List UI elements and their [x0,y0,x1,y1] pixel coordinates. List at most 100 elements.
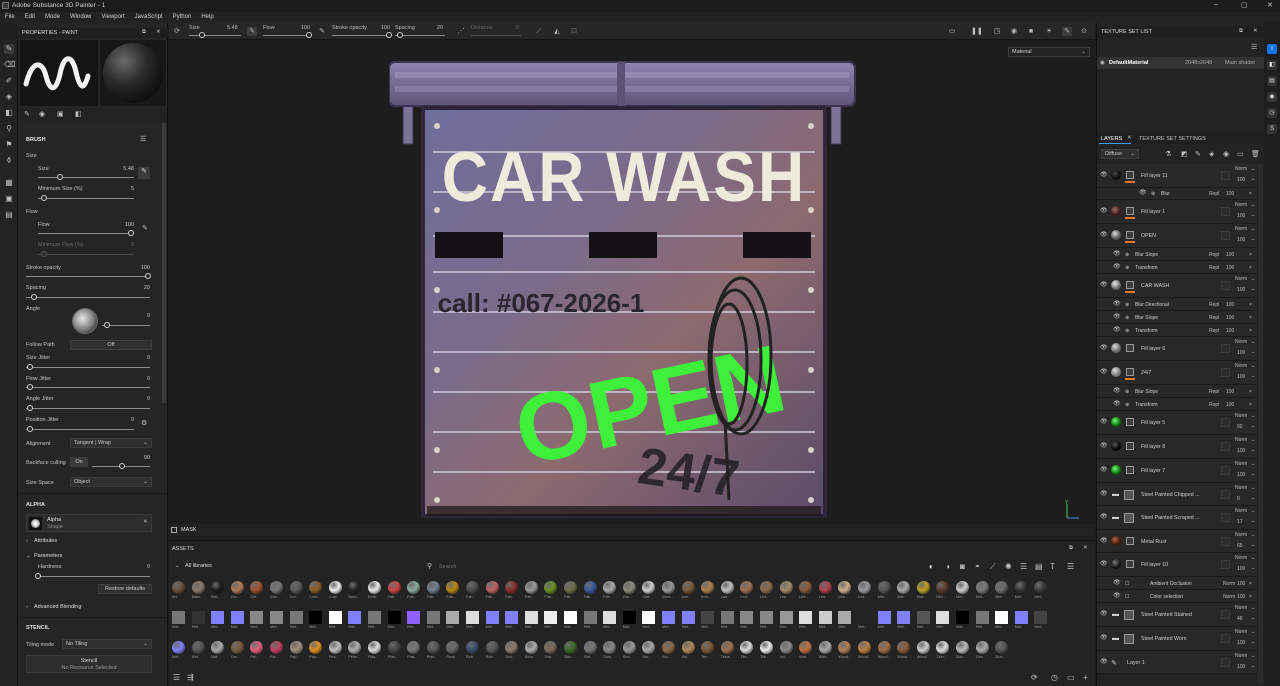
effect-opacity[interactable]: 100 [1226,389,1234,395]
remove-effect-icon[interactable]: × [1249,328,1252,334]
filter-brushes-icon[interactable]: ⟋ [990,562,996,572]
symmetry-icon[interactable]: ⟳ [172,27,182,36]
layer-row[interactable]: 👁 Fill layer 8 Norm ⌄ 100 ⌄ [1097,435,1257,459]
random-seed-icon[interactable]: ⚙ [141,419,147,427]
effect-opacity[interactable]: 100 [1237,581,1245,587]
layer-select-box[interactable] [1221,657,1230,667]
asset-thumbnail[interactable] [387,581,401,594]
stencil-slot[interactable]: Stencil No Resource Selected [26,655,152,673]
chevron-down-icon[interactable]: ⌄ [1251,615,1255,621]
alpha-slot[interactable]: Alpha Shape ✕ [26,514,152,532]
follow-path-toggle[interactable]: Off [70,340,152,350]
visibility-eye-icon[interactable]: 👁 [1139,190,1147,196]
chevron-down-icon[interactable]: ⌄ [1251,508,1255,514]
chevron-down-icon[interactable]: ⌄ [1251,166,1255,172]
blend-mode[interactable]: Norm [1235,629,1247,635]
visibility-eye-icon[interactable]: 👁 [1100,172,1108,178]
chevron-down-icon[interactable]: ⌄ [1251,663,1255,669]
asset-thumbnail[interactable] [818,641,832,654]
asset-thumbnail[interactable] [211,611,225,624]
position-jitter-knob[interactable] [27,426,33,432]
layer-row[interactable]: 👁 CAR WASH Norm ⌄ 100 ⌄ [1097,274,1257,298]
asset-thumbnail[interactable] [701,581,715,594]
layer-select-box[interactable] [1221,344,1230,353]
asset-thumbnail[interactable] [1034,581,1048,594]
paint-mode-icon[interactable]: ✎ [1062,27,1072,36]
asset-thumbnail[interactable] [348,611,362,624]
camera-icon[interactable]: ■ [1026,27,1036,36]
backface-angle-value[interactable]: 90 [130,455,150,461]
remove-effect-icon[interactable]: × [1249,302,1252,308]
asset-thumbnail[interactable] [270,581,283,594]
effect-opacity[interactable]: 100 [1226,191,1234,197]
ts-menu-icon[interactable]: ☰ [1251,43,1257,51]
remove-effect-icon[interactable]: × [1249,402,1252,408]
filter-filters-icon[interactable]: ◓ [975,562,980,571]
folder-icon[interactable]: ▬ [1112,611,1119,618]
layer-select-box[interactable] [1221,207,1230,216]
angle-value[interactable]: 0 [130,313,150,319]
libraries-chevron-icon[interactable]: ⌄ [175,563,180,569]
folder-icon[interactable]: ▬ [1112,491,1119,498]
asset-thumbnail[interactable] [544,581,558,594]
filter-row[interactable]: 👁 ⊛ Blur Directional Repl 100 × [1097,298,1257,311]
effect-blend[interactable]: Norm [1223,581,1235,587]
asset-thumbnail[interactable] [603,641,617,654]
asset-thumbnail[interactable] [426,611,440,624]
effect-opacity[interactable]: 100 [1226,302,1234,308]
lazy-mouse-icon[interactable]: ⋰ [456,27,466,36]
size-knob[interactable] [57,174,63,180]
tb-flow-value[interactable]: 100 [301,25,310,31]
filter-row[interactable]: 👁 ☐ Color selection Norm 100 × [1097,590,1257,603]
alpha-clear-icon[interactable]: ✕ [143,519,148,525]
layer-mask-thumbnail[interactable] [1126,536,1134,545]
asset-thumbnail[interactable] [426,581,440,594]
min-size-slider[interactable] [38,198,134,199]
asset-thumbnail[interactable] [701,641,715,654]
add-paint-layer-icon[interactable]: ✎ [1195,150,1201,158]
effect-blend[interactable]: Norm [1223,594,1235,600]
asset-thumbnail[interactable] [838,611,852,624]
asset-thumbnail[interactable] [662,581,675,594]
asset-thumbnail[interactable] [622,581,636,594]
layer-row[interactable]: 👁 Metal Rust Norm ⌄ 65 ⌄ [1097,530,1257,553]
asset-thumbnail[interactable] [681,581,695,594]
tb-distance-slider[interactable] [471,35,521,36]
layer-thumbnail[interactable] [1111,280,1121,290]
chevron-down-icon[interactable]: ⌄ [1251,339,1255,345]
asset-thumbnail[interactable] [916,611,930,624]
visibility-eye-icon[interactable]: 👁 [1100,443,1108,449]
assets-history-icon[interactable]: ◷ [1051,673,1058,682]
layer-mask-thumbnail[interactable] [1126,281,1134,289]
clone-icon[interactable]: ⚲ [4,124,14,134]
layer-select-box[interactable] [1221,634,1230,643]
asset-thumbnail[interactable] [1014,581,1028,594]
asset-thumbnail[interactable] [681,641,695,654]
asset-thumbnail[interactable] [642,641,656,654]
chevron-down-icon[interactable]: ⌄ [1251,629,1255,635]
symmetry-x-icon[interactable]: ⟋ [534,27,544,36]
stroke-opacity-slider[interactable] [26,276,150,277]
remove-effect-icon[interactable]: × [1249,252,1252,258]
polygon-fill-icon[interactable]: ◈ [4,92,14,102]
assets-new-folder-icon[interactable]: ▭ [1067,673,1075,682]
asset-thumbnail[interactable] [328,641,342,654]
asset-thumbnail[interactable] [505,611,519,624]
layer-mask-thumbnail[interactable] [1126,442,1134,450]
layer-mask-thumbnail[interactable] [1126,560,1134,568]
tb-flow-slider[interactable] [263,35,311,36]
blend-mode[interactable]: Norm [1235,202,1247,208]
layer-opacity[interactable]: 100 [1237,350,1245,356]
layer-select-box[interactable] [1221,171,1230,180]
geometry-mask-icon[interactable]: ▦ [4,178,14,188]
visibility-eye-icon[interactable]: 👁 [1113,401,1121,407]
chevron-down-icon[interactable]: ⌄ [1251,565,1255,571]
effect-blend[interactable]: Repl [1209,402,1219,408]
tb-size-slider[interactable] [189,35,241,36]
effect-blend[interactable]: Repl [1209,315,1219,321]
viewport-mode-dropdown[interactable]: Material ⌄ [1008,47,1090,57]
layer-row[interactable]: 👁 Fill layer 1 Norm ⌄ 100 ⌄ [1097,200,1257,224]
chevron-down-icon[interactable]: ⌄ [1251,236,1255,242]
blend-mode[interactable]: Norm [1235,276,1247,282]
flow-pressure-icon[interactable]: ✎ [142,224,148,232]
